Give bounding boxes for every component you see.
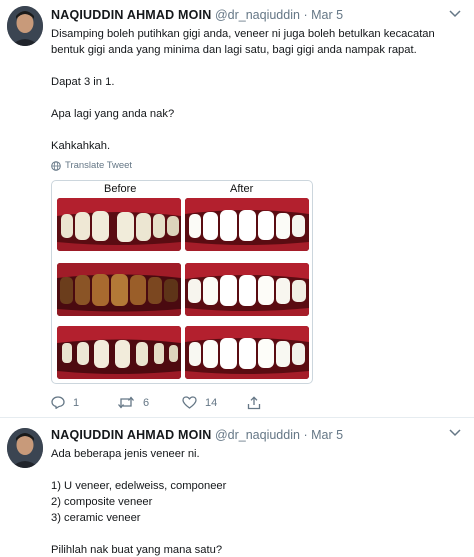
after-photo-1 (185, 198, 309, 251)
retweet-count: 6 (143, 396, 150, 409)
after-photo-2 (185, 263, 309, 316)
tweet-line: 1) U veneer, edelweiss, componeer (51, 480, 227, 492)
tweet-line: Pilihlah nak buat yang mana satu? (51, 544, 223, 556)
retweet-icon (118, 396, 134, 409)
retweet-button[interactable]: 6 (117, 396, 149, 409)
share-icon (247, 396, 261, 410)
like-button[interactable]: 14 (182, 396, 217, 409)
globe-icon (51, 160, 61, 171)
translate-label: Translate Tweet (65, 160, 133, 171)
tweet[interactable]: NAQIUDDIN AHMAD MOIN @dr_naqiuddin · Mar… (0, 0, 474, 418)
tweet-line: Apa lagi yang anda nak? (51, 108, 175, 120)
after-label: After (230, 183, 254, 195)
tweet-line: bentuk gigi anda yang minima dan lagi sa… (51, 44, 417, 56)
tweet-date[interactable]: Mar 5 (311, 8, 343, 22)
avatar[interactable] (7, 6, 43, 46)
reply-icon (51, 396, 65, 409)
tweet-line: 3) ceramic veneer (51, 512, 141, 524)
caret-down-icon[interactable] (449, 10, 461, 18)
share-button[interactable] (247, 396, 261, 410)
caret-down-icon[interactable] (449, 429, 461, 437)
tweet-image[interactable]: Before After (51, 180, 313, 384)
tweet-date[interactable]: Mar 5 (311, 428, 343, 442)
after-photo-3 (185, 326, 309, 379)
before-label: Before (104, 183, 137, 195)
tweet-line: Dapat 3 in 1. (51, 76, 115, 88)
author-name[interactable]: NAQIUDDIN AHMAD MOIN (51, 428, 211, 442)
translate-tweet-link[interactable]: Translate Tweet (51, 160, 132, 171)
before-photo-1 (57, 198, 181, 251)
tweet-header: NAQIUDDIN AHMAD MOIN @dr_naqiuddin · Mar… (51, 8, 343, 22)
tweet-text: Ada beberapa jenis veneer ni. 1) U venee… (51, 446, 466, 557)
reply-count: 1 (73, 396, 80, 409)
tweet-line: Kahkahkah. (51, 140, 111, 152)
tweet-line: Ada beberapa jenis veneer ni. (51, 448, 200, 460)
separator-dot: · (303, 8, 308, 22)
tweet-line: 2) composite veneer (51, 496, 153, 508)
reply-button[interactable]: 1 (51, 396, 79, 409)
author-handle[interactable]: @dr_naqiuddin (215, 428, 300, 442)
avatar[interactable] (7, 428, 43, 468)
separator-dot: · (303, 428, 308, 442)
like-icon (182, 396, 197, 409)
author-name[interactable]: NAQIUDDIN AHMAD MOIN (51, 8, 211, 22)
tweet-header: NAQIUDDIN AHMAD MOIN @dr_naqiuddin · Mar… (51, 428, 343, 442)
tweet-line: Disamping boleh putihkan gigi anda, vene… (51, 28, 435, 40)
before-photo-2 (57, 263, 181, 316)
author-handle[interactable]: @dr_naqiuddin (215, 8, 300, 22)
tweet-text: Disamping boleh putihkan gigi anda, vene… (51, 26, 466, 154)
before-photo-3 (57, 326, 181, 379)
like-count: 14 (205, 396, 218, 409)
tweet[interactable]: NAQIUDDIN AHMAD MOIN @dr_naqiuddin · Mar… (0, 419, 474, 557)
